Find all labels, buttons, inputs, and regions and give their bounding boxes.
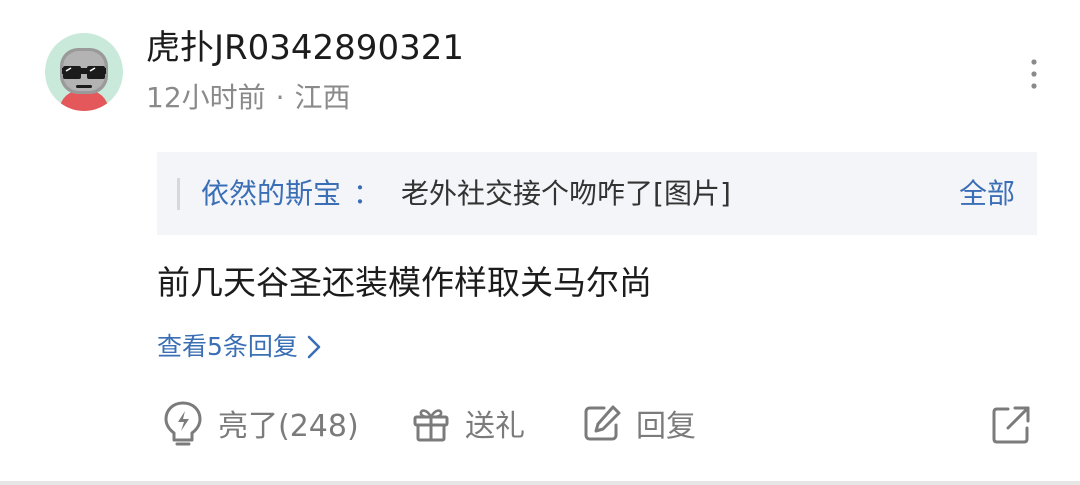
divider <box>0 481 1080 485</box>
reply-button[interactable]: 回复 <box>582 398 696 448</box>
quote-content: 老外社交接个吻咋了[图片] <box>401 177 731 210</box>
chevron-right-icon <box>307 335 321 359</box>
meta-separator: · <box>275 81 285 114</box>
quote-text: 依然的斯宝 ： 老外社交接个吻咋了[图片] <box>201 173 731 215</box>
share-button[interactable] <box>990 404 1032 450</box>
gift-icon <box>413 409 449 442</box>
quote-divider <box>177 178 180 210</box>
username[interactable]: 虎扑JR0342890321 <box>146 26 464 70</box>
more-options-button[interactable] <box>1026 56 1042 96</box>
edit-reply-icon <box>584 405 621 441</box>
action-bar: 亮了(248) 送礼 回复 <box>0 398 1080 448</box>
view-replies-label: 查看5条回复 <box>157 332 298 361</box>
reply-label: 回复 <box>636 409 696 444</box>
post-location: 江西 <box>294 81 351 114</box>
post-time: 12小时前 <box>146 81 266 114</box>
gift-label: 送礼 <box>465 409 525 444</box>
like-button[interactable]: 亮了(248) <box>162 398 359 448</box>
quoted-comment[interactable]: 依然的斯宝 ： 老外社交接个吻咋了[图片] 全部 <box>157 152 1037 235</box>
like-count: 亮了(248) <box>218 409 359 444</box>
comment-text: 前几天谷圣还装模作样取关马尔尚 <box>157 263 652 302</box>
more-vertical-icon <box>1031 59 1037 89</box>
share-icon <box>992 406 1030 444</box>
gift-button[interactable]: 送礼 <box>411 398 525 448</box>
quote-colon: ： <box>353 177 382 210</box>
quote-author[interactable]: 依然的斯宝 <box>201 177 341 210</box>
post-meta: 12小时前 · 江西 <box>146 78 351 118</box>
view-replies-link[interactable]: 查看5条回复 <box>157 328 322 366</box>
avatar[interactable] <box>45 33 123 111</box>
lightbulb-icon <box>164 401 202 446</box>
avatar-icon <box>59 48 109 111</box>
quote-all-button[interactable]: 全部 <box>959 173 1015 215</box>
